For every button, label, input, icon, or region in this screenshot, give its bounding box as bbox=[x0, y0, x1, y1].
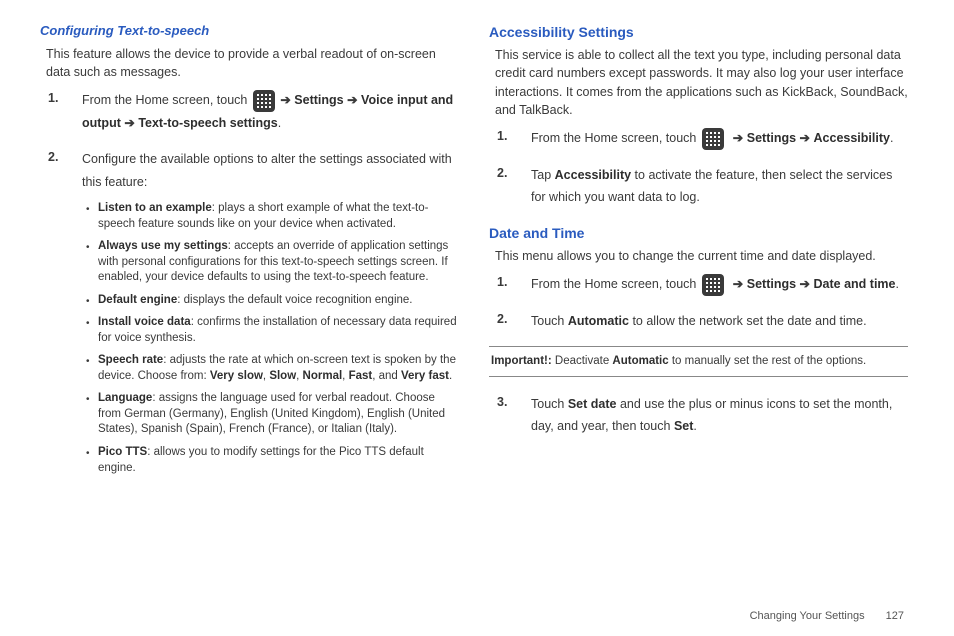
important-note: Important!: Deactivate Automatic to manu… bbox=[489, 346, 908, 377]
bullet-listen-example: •Listen to an example: plays a short exa… bbox=[86, 201, 459, 232]
right-column: Accessibility Settings This service is a… bbox=[489, 22, 908, 490]
section-heading-accessibility: Accessibility Settings bbox=[489, 22, 908, 42]
bullet-install-voice: •Install voice data: confirms the instal… bbox=[86, 315, 459, 346]
tts-step-1: 1. From the Home screen, touch ➔ Setting… bbox=[68, 89, 459, 134]
date-time-intro: This menu allows you to change the curre… bbox=[495, 247, 908, 265]
page-footer: Changing Your Settings 127 bbox=[750, 610, 904, 622]
apps-icon bbox=[702, 274, 724, 296]
accessibility-intro: This service is able to collect all the … bbox=[495, 46, 908, 119]
left-column: Configuring Text-to-speech This feature … bbox=[40, 22, 459, 490]
arrow-icon: ➔ bbox=[800, 277, 810, 291]
arrow-icon: ➔ bbox=[733, 131, 743, 145]
arrow-icon: ➔ bbox=[124, 116, 134, 130]
acc-step-1: 1. From the Home screen, touch ➔ Setting… bbox=[517, 127, 908, 150]
arrow-icon: ➔ bbox=[280, 93, 290, 107]
arrow-icon: ➔ bbox=[733, 277, 743, 291]
acc-step-2: 2. Tap Accessibility to activate the fea… bbox=[517, 164, 908, 209]
arrow-icon: ➔ bbox=[800, 131, 810, 145]
apps-icon bbox=[253, 90, 275, 112]
dt-step-3: 3. Touch Set date and use the plus or mi… bbox=[517, 393, 908, 438]
bullet-pico-tts: •Pico TTS: allows you to modify settings… bbox=[86, 445, 459, 476]
footer-section: Changing Your Settings bbox=[750, 610, 865, 622]
bullet-language: •Language: assigns the language used for… bbox=[86, 391, 459, 438]
bullet-always-use: •Always use my settings: accepts an over… bbox=[86, 239, 459, 286]
tts-step-2: 2. Configure the available options to al… bbox=[68, 148, 459, 476]
tts-intro: This feature allows the device to provid… bbox=[46, 45, 459, 81]
dt-step-1: 1. From the Home screen, touch ➔ Setting… bbox=[517, 273, 908, 296]
bullet-default-engine: •Default engine: displays the default vo… bbox=[86, 293, 459, 309]
arrow-icon: ➔ bbox=[347, 93, 357, 107]
apps-icon bbox=[702, 128, 724, 150]
section-heading-date-time: Date and Time bbox=[489, 223, 908, 243]
section-heading-tts: Configuring Text-to-speech bbox=[40, 22, 459, 41]
bullet-speech-rate: •Speech rate: adjusts the rate at which … bbox=[86, 353, 459, 384]
dt-step-2: 2. Touch Automatic to allow the network … bbox=[517, 310, 908, 333]
page-number: 127 bbox=[886, 610, 904, 622]
